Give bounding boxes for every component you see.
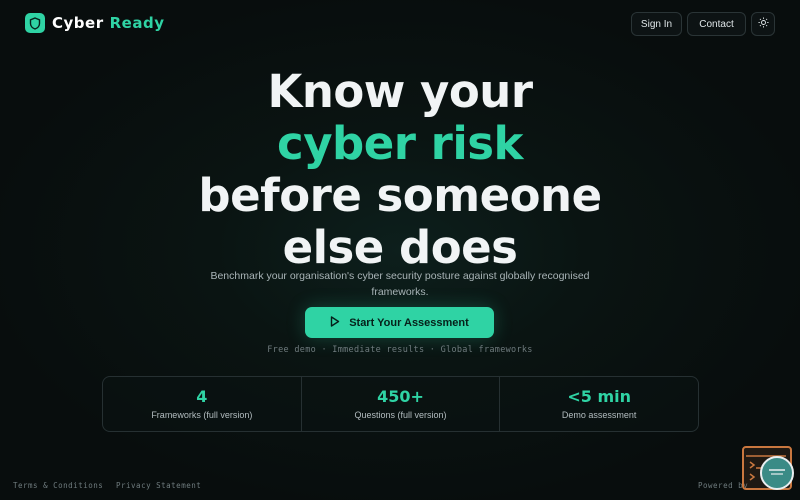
sign-in-button[interactable]: Sign In	[631, 12, 682, 36]
hero-line-4: else does	[282, 221, 518, 274]
hero-subtitle: Benchmark your organisation's cyber secu…	[210, 269, 590, 298]
brand-name-part2: Ready	[109, 14, 165, 32]
stat-label: Frameworks (full version)	[151, 410, 253, 420]
top-bar: Cyber Ready Sign In Contact	[0, 0, 800, 48]
stat-label: Questions (full version)	[354, 410, 447, 420]
powered-by-text: Powered by	[698, 481, 749, 490]
brand-name: Cyber Ready	[52, 14, 164, 32]
theme-toggle-button[interactable]	[751, 12, 775, 36]
brand-logo[interactable]: Cyber Ready	[25, 13, 164, 33]
stat-questions: 450+ Questions (full version)	[302, 377, 501, 431]
stat-value: 4	[196, 387, 208, 406]
stat-demo: <5 min Demo assessment	[500, 377, 698, 431]
chat-icon	[768, 464, 786, 483]
stat-value: 450+	[377, 387, 424, 406]
hero-line-3: before someone	[198, 169, 602, 222]
brand-name-part1: Cyber	[52, 14, 104, 32]
hero-line-1: Know your	[267, 65, 533, 118]
stat-value: <5 min	[567, 387, 631, 406]
contact-button[interactable]: Contact	[687, 12, 746, 36]
stats-panel: 4 Frameworks (full version) 450+ Questio…	[102, 376, 699, 432]
start-assessment-label: Start Your Assessment	[349, 316, 469, 329]
play-icon	[330, 315, 349, 330]
hero-line-2: cyber risk	[277, 117, 523, 170]
hero-note: Free demo · Immediate results · Global f…	[267, 345, 533, 355]
shield-icon	[25, 13, 45, 33]
hero-heading: Know your cyber risk before someone else…	[0, 66, 800, 274]
privacy-link[interactable]: Privacy Statement	[116, 481, 201, 490]
stat-label: Demo assessment	[561, 410, 637, 420]
stat-frameworks: 4 Frameworks (full version)	[103, 377, 302, 431]
terms-link[interactable]: Terms & Conditions	[13, 481, 103, 490]
sun-icon	[757, 17, 769, 31]
chat-bubble-button[interactable]	[760, 456, 794, 490]
start-assessment-button[interactable]: Start Your Assessment	[305, 307, 494, 338]
